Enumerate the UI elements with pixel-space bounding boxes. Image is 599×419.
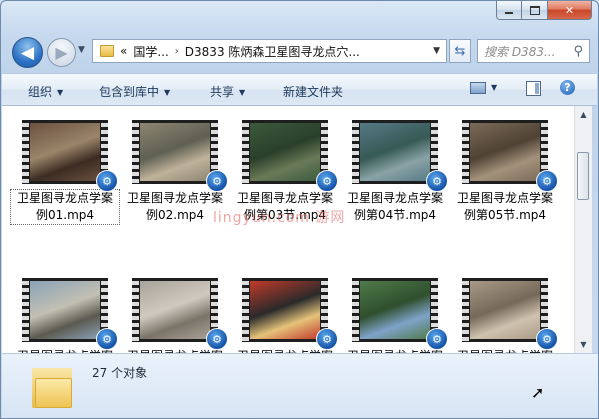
address-dropdown-icon[interactable]: ▼ [433,46,440,56]
minimize-icon [505,12,513,14]
search-placeholder: 搜索 D383... [484,44,556,59]
dropdown-arrow-icon: ▼ [57,88,64,97]
close-button[interactable]: ✕ [548,1,592,20]
address-overflow-chevron[interactable]: « [120,44,127,58]
search-icon: ⚲ [573,43,583,59]
vertical-scrollbar[interactable]: ▲ ▼ [574,106,592,353]
recent-pages-dropdown[interactable]: ▼ [78,45,85,55]
media-player-icon: ⚙ [426,328,448,350]
video-thumbnail: ⚙ [132,278,228,350]
refresh-icon: ⇆ [454,43,466,59]
share-menu[interactable]: 共享 ▼ [210,83,245,100]
minimize-button[interactable] [496,1,522,20]
scroll-up-icon[interactable]: ▲ [575,106,592,123]
address-bar[interactable]: « 国学... › D3833 陈炳森卫星图寻龙点穴... ▼ [92,39,447,63]
video-thumbnail: ⚙ [242,120,338,192]
dropdown-arrow-icon: ▼ [164,88,171,97]
close-icon: ✕ [564,3,575,17]
breadcrumb-separator[interactable]: › [175,46,179,57]
include-library-menu[interactable]: 包含到库中 ▼ [99,83,170,100]
maximize-button[interactable] [522,1,548,20]
media-player-icon: ⚙ [206,328,228,350]
refresh-button[interactable]: ⇆ [449,39,471,63]
video-thumbnail: ⚙ [462,278,558,350]
media-player-icon: ⚙ [316,328,338,350]
file-item[interactable]: ⚙卫星图寻龙点学案 例09.mp4 [341,278,449,353]
forward-arrow-icon: ▶ [55,43,68,62]
share-label: 共享 [210,85,235,99]
view-dropdown-arrow-icon[interactable]: ▼ [491,83,497,92]
scroll-down-icon[interactable]: ▼ [575,336,592,353]
media-player-icon: ⚙ [536,170,558,192]
folder-icon [32,364,72,408]
video-thumbnail: ⚙ [132,120,228,192]
media-player-icon: ⚙ [426,170,448,192]
video-thumbnail: ⚙ [352,278,448,350]
media-player-icon: ⚙ [96,328,118,350]
file-list-view[interactable]: ⚙ 卫星图寻龙点学案 例01.mp4 ⚙ 卫星图寻龙点学案 例02.mp4 ⚙ 卫星图寻龙… [2,106,574,353]
scrollbar-thumb[interactable] [577,152,589,200]
dropdown-arrow-icon: ▼ [239,88,246,97]
media-player-icon: ⚙ [96,170,118,192]
caption-buttons: ✕ [496,1,592,20]
change-view-icon[interactable] [470,82,486,94]
command-bar: 组织 ▼ 包含到库中 ▼ 共享 ▼ 新建文件夹 ▼ ? [2,73,597,106]
file-item[interactable]: ⚙卫星图寻龙点学案 例08.mp4 [231,278,339,353]
media-player-icon: ⚙ [536,328,558,350]
back-button[interactable]: ◀ [12,37,43,68]
file-name: 卫星图寻龙点学案 例01.mp4 [10,189,120,225]
forward-button[interactable]: ▶ [47,38,76,67]
breadcrumb-segment-2[interactable]: D3833 陈炳森卫星图寻龙点穴... [185,43,360,60]
explorer-window: ✕ ◀ ▶ ▼ « 国学... › D3833 陈炳森卫星图寻龙点穴... ▼ … [0,0,599,419]
file-item[interactable]: ⚙ 卫星图寻龙点学案 例01.mp4 [10,120,120,225]
file-item[interactable]: ⚙卫星图寻龙点学案 例07.mp4 [121,278,229,353]
include-library-label: 包含到库中 [99,85,160,99]
new-folder-button[interactable]: 新建文件夹 [283,83,343,100]
breadcrumb-segment-1[interactable]: 国学... [133,43,168,60]
organize-label: 组织 [28,85,53,99]
search-input[interactable]: 搜索 D383... ⚲ [477,39,590,63]
preview-pane-icon[interactable] [526,81,541,96]
media-player-icon: ⚙ [316,170,338,192]
video-thumbnail: ⚙ [352,120,448,192]
file-item[interactable]: ⚙卫星图寻龙点学案 例10.mp4 [451,278,559,353]
video-thumbnail: ⚙ [462,120,558,192]
video-thumbnail: ⚙ [22,278,118,350]
video-thumbnail: ⚙ [242,278,338,350]
watermark-text: lingyun.com 游网 [213,210,346,226]
file-item[interactable]: ⚙卫星图寻龙点学案 例06.mp4 [11,278,119,353]
folder-icon [100,45,114,57]
file-name: 卫星图寻龙点学案 例第04节.mp4 [346,191,443,222]
file-item[interactable]: ⚙ 卫星图寻龙点学案 例第04节.mp4 [341,120,449,224]
maximize-icon [529,5,540,15]
back-arrow-icon: ◀ [20,42,35,63]
file-name: 卫星图寻龙点学案 例第05节.mp4 [456,191,553,222]
video-thumbnail: ⚙ [22,120,118,192]
file-item[interactable]: ⚙ 卫星图寻龙点学案 例第05节.mp4 [451,120,559,224]
item-count: 27 个对象 [92,366,148,380]
mouse-cursor-icon: ➚ [531,383,545,402]
details-pane: 27 个对象 [2,353,598,418]
organize-menu[interactable]: 组织 ▼ [28,83,63,100]
media-player-icon: ⚙ [206,170,228,192]
help-icon[interactable]: ? [560,80,575,95]
